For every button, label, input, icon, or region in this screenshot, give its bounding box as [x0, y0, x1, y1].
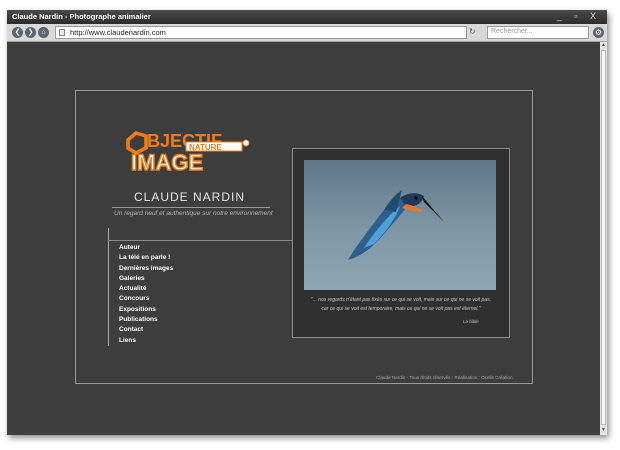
photographer-name: CLAUDE NARDIN: [134, 190, 246, 204]
site-logo[interactable]: BJECTIF NATURE IMAGE: [122, 128, 250, 176]
quote-source: La bible: [463, 319, 479, 324]
nav-item-expositions[interactable]: Expositions: [119, 305, 173, 315]
logo-line2: IMAGE: [131, 150, 203, 175]
nav-divider-vertical: [108, 228, 109, 346]
site-container: BJECTIF NATURE IMAGE CLAUDE NARDIN Un re…: [75, 90, 533, 384]
nav-divider-horizontal: [108, 240, 292, 241]
main-nav: Auteur La télé en parle ! Dernières imag…: [119, 243, 173, 346]
url-text[interactable]: http://www.claudenardin.com: [70, 28, 166, 37]
page-viewport: BJECTIF NATURE IMAGE CLAUDE NARDIN Un re…: [7, 42, 600, 435]
quote-text: "... nos regards n'étant pas fixés sur c…: [301, 296, 501, 314]
window-title: Claude Nardin - Photographe animalier: [12, 12, 151, 21]
nav-item-dernieres-images[interactable]: Dernières images: [119, 264, 173, 274]
kingfisher-illustration: [348, 190, 444, 260]
window-controls[interactable]: _ ▫ X: [557, 11, 601, 21]
navigation-toolbar: ❮ ❯ ⌂ http://www.claudenardin.com ↻ Rech…: [7, 24, 607, 42]
reload-icon[interactable]: ↻: [469, 27, 478, 36]
site-footer: Claude Nardin - Tous droits réservés - R…: [376, 375, 513, 380]
quote-line-2: car ce qui se voit est temporaire, mais …: [321, 306, 481, 312]
quote-line-1: "... nos regards n'étant pas fixés sur c…: [310, 297, 492, 303]
nav-item-contact[interactable]: Contact: [119, 325, 173, 335]
featured-photo-frame: "... nos regards n'étant pas fixés sur c…: [292, 148, 510, 338]
scroll-up-arrow-icon[interactable]: ▲: [600, 42, 607, 49]
address-bar[interactable]: http://www.claudenardin.com: [55, 26, 467, 39]
nav-item-actualite[interactable]: Actualité: [119, 284, 173, 294]
forward-button[interactable]: ❯: [25, 27, 36, 38]
scrollbar-thumb[interactable]: [601, 50, 606, 425]
gear-icon[interactable]: ⚙: [593, 27, 604, 38]
title-bar: Claude Nardin - Photographe animalier _ …: [7, 10, 607, 24]
tagline: Un regard neuf et authentique sur notre …: [114, 210, 273, 217]
browser-window: Claude Nardin - Photographe animalier _ …: [7, 10, 607, 435]
back-button[interactable]: ❮: [12, 27, 23, 38]
header-divider: [112, 207, 270, 208]
home-button[interactable]: ⌂: [38, 27, 49, 38]
nav-item-publications[interactable]: Publications: [119, 315, 173, 325]
nav-item-tele[interactable]: La télé en parle !: [119, 253, 173, 263]
nav-item-auteur[interactable]: Auteur: [119, 243, 173, 253]
page-icon: [59, 29, 65, 36]
search-placeholder: Rechercher...: [491, 28, 533, 35]
search-input[interactable]: Rechercher...: [487, 26, 589, 39]
nav-item-liens[interactable]: Liens: [119, 336, 173, 346]
vertical-scrollbar[interactable]: ▲ ▼: [600, 42, 607, 435]
scroll-down-arrow-icon[interactable]: ▼: [600, 427, 607, 434]
nav-item-concours[interactable]: Concours: [119, 294, 173, 304]
kingfisher-photo[interactable]: [304, 160, 496, 290]
nav-item-galeries[interactable]: Galeries: [119, 274, 173, 284]
